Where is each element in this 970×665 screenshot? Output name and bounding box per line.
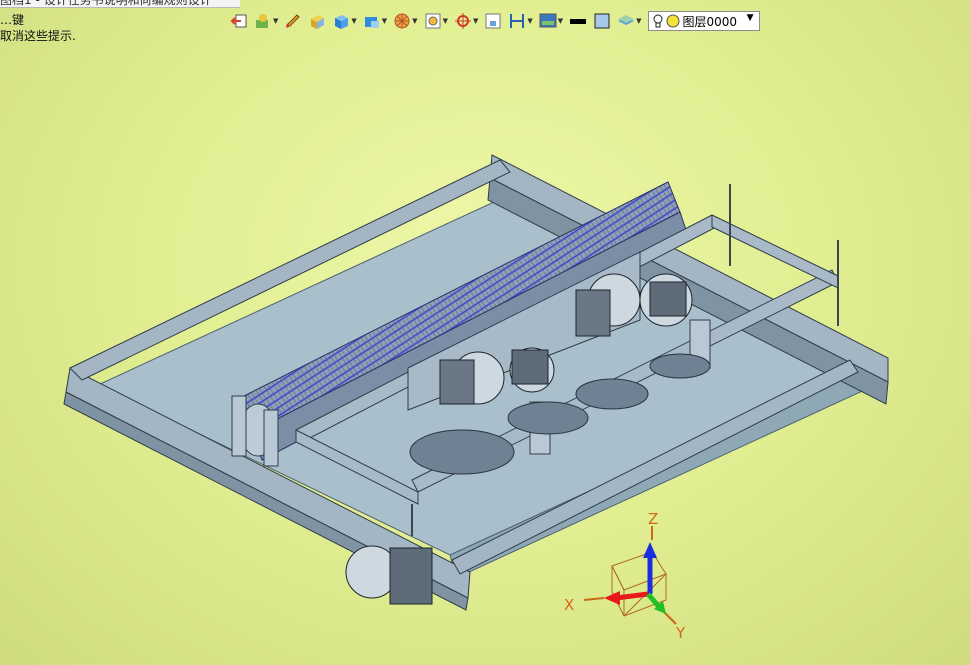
triad-z-label: Z [648, 510, 658, 528]
3d-viewport[interactable]: Z X Y [0, 0, 970, 665]
triad-y-label: Y [675, 624, 686, 642]
orientation-triad: Z X Y [564, 510, 686, 642]
triad-x-label: X [564, 596, 574, 614]
